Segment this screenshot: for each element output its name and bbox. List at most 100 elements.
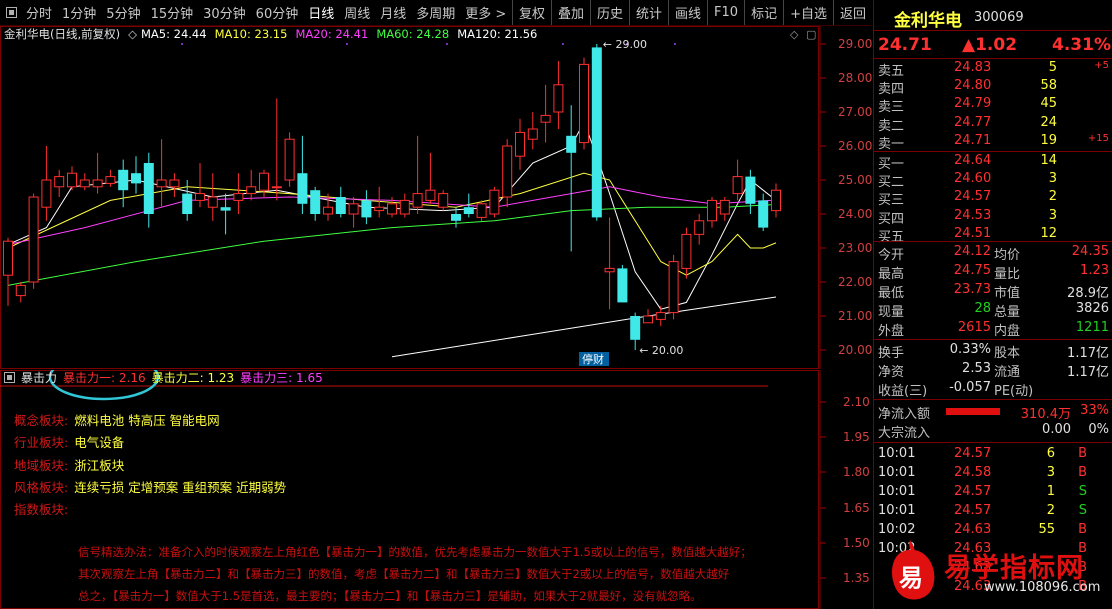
sector-row: 行业板块: 电气设备 [14, 432, 124, 451]
flow-row: 净流入额 310.4万 33% [874, 403, 1112, 422]
candle-body [399, 199, 410, 215]
bid-price: 24.64 [954, 153, 992, 168]
period-tab[interactable]: 周线 [339, 0, 375, 25]
candle-body [438, 193, 449, 208]
candle-body [348, 203, 359, 215]
toolbar-button[interactable]: F10 [707, 0, 744, 25]
period-tab[interactable]: 多周期 [411, 0, 460, 25]
settings-icon[interactable]: ◇ [128, 27, 137, 41]
stat-label: 量比 [994, 267, 1021, 282]
indicator-values: 暴击力一: 2.16 暴击力二: 1.23 暴击力三: 1.65 [63, 369, 329, 386]
candle-body [540, 114, 551, 123]
ask-row[interactable]: 卖二 24.77 24 [874, 115, 1112, 134]
ask-label: 卖五 [878, 64, 905, 79]
bid-row[interactable]: 买二 24.60 3 [874, 171, 1112, 191]
stat-value: 1.23 [1080, 263, 1109, 278]
sector-value[interactable]: 浙江板块 [74, 458, 124, 473]
stat-value: 28.9亿 [1067, 286, 1109, 301]
stat-value: 28 [974, 301, 991, 316]
period-tab[interactable]: 5分钟 [101, 0, 145, 25]
toolbar-button[interactable]: 标记 [744, 0, 783, 25]
ask-row[interactable]: 卖四 24.80 58 [874, 78, 1112, 97]
candle-body [579, 63, 589, 144]
candle-body [361, 200, 372, 218]
candle-body [387, 203, 397, 215]
bid-label: 买二 [878, 175, 905, 191]
candle-body [463, 207, 474, 214]
candle-body [758, 200, 769, 228]
candle-body [630, 316, 641, 340]
candle-body [527, 128, 538, 140]
toolbar-button[interactable]: 叠加 [550, 0, 590, 25]
toolbar-button[interactable]: 复权 [511, 0, 551, 25]
ask-row[interactable]: 卖三 24.79 45 [874, 96, 1112, 115]
toolbar-button[interactable]: 历史 [589, 0, 629, 25]
sector-value[interactable]: 燃料电池 特高压 智能电网 [74, 413, 219, 428]
ask-price: 24.80 [954, 78, 992, 94]
signal-line: 其次观察左上角【暴击力二】和【暴击力三】的数值，考虑【暴击力二】和【暴击力三】数… [78, 567, 730, 581]
toolbar-button[interactable]: 统计 [629, 0, 668, 25]
ma-legend: MA5: 24.44 MA10: 23.15 MA20: 24.41 MA60: 24… [141, 27, 545, 41]
candle-body [476, 203, 487, 218]
chart-title: 金利华电(日线,前复权) [4, 26, 121, 41]
candle-body [694, 220, 705, 235]
bid-row[interactable]: 买三 24.57 2 [874, 189, 1112, 209]
period-tab[interactable]: 分时 [21, 0, 57, 25]
sector-value[interactable]: 连续亏损 定增预案 重组预案 近期弱势 [74, 480, 286, 495]
fund-row: 换手 0.33% 股本 1.17亿 [874, 342, 1112, 361]
bid-row[interactable]: 买一 24.64 14 [874, 153, 1112, 172]
stat-value: 24.35 [1071, 244, 1109, 259]
candle-body [681, 233, 692, 269]
ma-label: MA20: 24.41 [295, 26, 369, 41]
indicator-header: 暴击力 暴击力一: 2.16 暴击力二: 1.23 暴击力三: 1.65 [0, 369, 820, 385]
tick-volume: 1 [1046, 484, 1055, 499]
ask-volume: 58 [1040, 78, 1057, 94]
ask-volume: 45 [1040, 96, 1057, 112]
candle-body [719, 199, 730, 215]
indicator-axis-label: 1.95 [843, 430, 870, 444]
fund-value: 1.17亿 [1067, 346, 1109, 361]
sector-row: 指数板块: [14, 499, 74, 518]
stat-value: 24.75 [953, 263, 991, 278]
indicator-menu-icon[interactable] [4, 371, 15, 383]
candle-body [54, 176, 65, 188]
indicator-value: 暴击力二: 1.23 [151, 370, 235, 385]
tick-volume: 3 [1046, 465, 1055, 480]
menu-square-icon[interactable] [6, 7, 17, 18]
price-axis-label: 24.00 [838, 207, 872, 221]
period-tab[interactable]: 15分钟 [146, 0, 199, 25]
stat-value: 2615 [957, 320, 991, 335]
toolbar-button[interactable]: 返回 [832, 0, 872, 25]
indicator-axis-label: 1.80 [843, 465, 870, 479]
signal-dot [446, 43, 448, 45]
stat-row: 今开 24.12 均价 24.35 [874, 244, 1112, 263]
period-tab[interactable]: 日线 [303, 0, 339, 25]
toolbar-button[interactable]: +自选 [783, 0, 833, 25]
period-tab[interactable]: 60分钟 [251, 0, 304, 25]
fund-value: 0.33% [949, 342, 991, 357]
tick-volume: 6 [1046, 446, 1055, 461]
flow-pct: 33% [1080, 403, 1109, 418]
period-tab[interactable]: 更多 > [460, 0, 511, 25]
sector-value[interactable]: 电气设备 [74, 435, 124, 450]
signal-dot [181, 43, 183, 45]
tick-price: 24.57 [954, 484, 992, 499]
stat-row: 外盘 2615 内盘 1211 [874, 320, 1112, 339]
kline-chart[interactable]: 29.00 28.00 27.00 26.00 25.00 24.00 23.00 22.00… [0, 26, 872, 369]
period-tab[interactable]: 月线 [375, 0, 411, 25]
stat-label: 最高 [878, 267, 905, 282]
price-header: 24.71 ▲1.02 4.31% [874, 35, 1112, 55]
ask-row[interactable]: 卖一 24.71 19 +15 [874, 133, 1112, 152]
bid-row[interactable]: 买四 24.53 3 [874, 208, 1112, 227]
period-tab[interactable]: 30分钟 [198, 0, 251, 25]
stat-row: 最高 24.75 量比 1.23 [874, 263, 1112, 282]
bid-label: 买三 [878, 193, 905, 209]
toolbar-button[interactable]: 画线 [668, 0, 707, 25]
watermark: 易 易学指标网 www.108096.com [880, 530, 1112, 609]
indicator-axis-label: 1.35 [843, 571, 870, 585]
ask-row[interactable]: 卖五 24.83 5 +5 [874, 60, 1112, 79]
chart-info-bar: 金利华电(日线,前复权) ◇ MA5: 24.44 MA10: 23.15 MA20… [0, 26, 820, 41]
period-tab[interactable]: 1分钟 [57, 0, 101, 25]
stat-label: 现量 [878, 305, 905, 320]
flow-label: 大宗流入 [878, 426, 931, 441]
